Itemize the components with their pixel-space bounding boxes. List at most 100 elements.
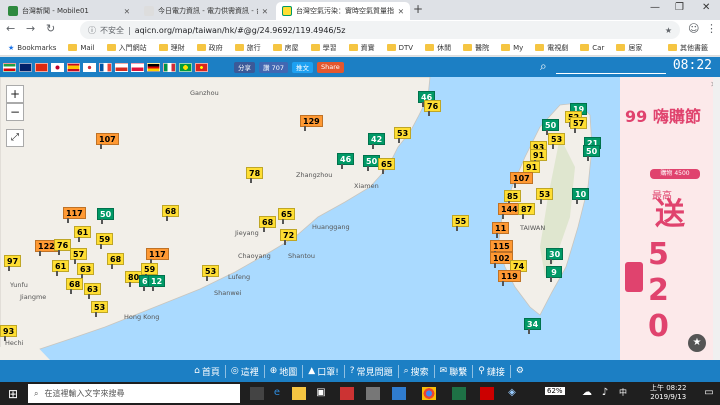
tab-aqicn[interactable]: 台灣空氣污染：實時空氣質量指數 ✕ (276, 2, 410, 20)
ime-icon[interactable]: 中 (616, 387, 630, 400)
aqi-station-marker[interactable]: 119 (498, 270, 521, 286)
bookmark-item[interactable]: My (501, 44, 523, 52)
maximize-icon[interactable]: ❐ (675, 2, 684, 13)
aqi-station-marker[interactable]: 11 (492, 222, 510, 238)
app-icon[interactable] (340, 387, 354, 400)
aqi-station-marker[interactable]: 107 (510, 172, 533, 188)
aqi-station-marker[interactable]: 55 (452, 215, 470, 231)
aqi-station-marker[interactable]: 65 (278, 208, 296, 224)
app-icon[interactable]: ◈ (505, 387, 519, 400)
aqi-station-marker[interactable]: 68 (66, 278, 84, 294)
taskbar-search-input[interactable]: ⌕ 在這裡輸入文字來搜尋 (28, 384, 240, 403)
aqi-station-marker[interactable]: 53 (394, 127, 412, 143)
minimize-icon[interactable]: — (650, 2, 660, 13)
bookmark-item[interactable]: 醫院 (463, 43, 489, 53)
flag-russia-icon[interactable] (115, 62, 128, 72)
zoom-in-button[interactable]: + (6, 85, 24, 103)
nav-search[interactable]: ⌕ 搜索 (399, 364, 435, 378)
aqi-station-marker[interactable]: 53 (202, 265, 220, 281)
volume-icon[interactable]: ♪ (598, 387, 612, 400)
nav-home[interactable]: ⌂ 首頁 (189, 364, 226, 378)
url-text[interactable]: aqicn.org/map/taiwan/hk/#@g/24.9692/119.… (135, 26, 346, 35)
bookmark-item[interactable]: 資實 (348, 43, 375, 53)
app-icon[interactable] (480, 387, 494, 400)
file-explorer-icon[interactable] (292, 387, 306, 400)
aqi-station-marker[interactable]: 59 (141, 263, 159, 279)
task-view-icon[interactable] (250, 387, 264, 400)
flag-germany-icon[interactable] (147, 62, 160, 72)
nav-contact[interactable]: ✉ 聯繫 (435, 364, 474, 378)
network-icon[interactable]: ☁ (580, 387, 594, 400)
aqi-station-marker[interactable]: 53 (91, 301, 109, 317)
back-icon[interactable]: ← (6, 22, 15, 35)
tweet-button[interactable]: 推文 (291, 61, 313, 73)
flag-uk-icon[interactable] (19, 62, 32, 72)
search-input[interactable] (556, 73, 666, 74)
bookmark-item[interactable]: 房屋 (272, 43, 299, 53)
aqi-station-marker[interactable]: 107 (96, 133, 119, 149)
app-icon[interactable] (366, 387, 380, 400)
tab-mobile01[interactable]: 台灣新聞 - Mobile01 ✕ (2, 2, 136, 20)
flag-brazil-icon[interactable] (179, 62, 192, 72)
flag-france-icon[interactable] (99, 62, 112, 72)
aqi-station-marker[interactable]: 68 (107, 253, 125, 269)
aqi-station-marker[interactable]: 53 (548, 133, 566, 149)
facebook-like-button[interactable]: 讚 707 (259, 61, 288, 73)
zoom-out-button[interactable]: − (6, 103, 24, 121)
flag-china-icon[interactable] (35, 62, 48, 72)
close-window-icon[interactable]: ✕ (702, 2, 710, 13)
info-icon[interactable]: ⓘ (88, 25, 96, 36)
flag-spain-icon[interactable] (67, 62, 80, 72)
other-bookmarks[interactable]: 其他書籤 (668, 43, 708, 53)
bookmark-item[interactable]: Car (580, 44, 604, 52)
aqi-station-marker[interactable]: 34 (524, 318, 542, 334)
tab-power[interactable]: 今日電力資訊 - 電力供需資訊 - 台 ✕ (138, 2, 274, 20)
aqi-station-marker[interactable]: 68 (259, 216, 277, 232)
reload-icon[interactable]: ↻ (46, 22, 55, 35)
star-icon[interactable]: ★ (688, 334, 706, 352)
close-icon[interactable]: ✕ (262, 7, 268, 16)
aqi-station-marker[interactable]: 97 (4, 255, 22, 271)
aqi-station-marker[interactable]: 72 (280, 229, 298, 245)
aqi-station-marker[interactable]: 129 (300, 115, 323, 131)
windows-start-icon[interactable]: ⊞ (8, 387, 18, 401)
aqi-station-marker[interactable]: 57 (570, 117, 588, 133)
bookmark-item[interactable]: 學習 (310, 43, 337, 53)
aqi-map[interactable]: Ganzhou Zhangzhou Xiamen Jieyang Huanggang Ch… (0, 77, 620, 360)
forward-icon[interactable]: → (26, 22, 35, 35)
aqi-station-marker[interactable]: 50 (583, 145, 601, 161)
bookmark-item[interactable]: 電視劇 (535, 43, 568, 53)
bookmark-item[interactable]: 理財 (158, 43, 185, 53)
aqi-station-marker[interactable]: 50 (542, 119, 560, 135)
page-scrollbar[interactable] (713, 77, 720, 360)
close-icon[interactable]: ✕ (398, 7, 404, 16)
aqi-station-marker[interactable]: 93 (0, 325, 18, 341)
aqi-station-marker[interactable]: 57 (70, 248, 88, 264)
advertisement-banner[interactable]: ✕ 99 嗨購節 購物 4500 最高 送 5 2 0 ★ (620, 77, 720, 360)
bookmark-item[interactable]: ★ Bookmarks (8, 44, 56, 52)
flag-japan-icon[interactable] (51, 62, 64, 72)
store-icon[interactable]: ▣ (314, 387, 328, 400)
aqi-station-marker[interactable]: 76 (54, 239, 72, 255)
menu-icon[interactable]: ⋮ (706, 22, 717, 35)
bookmark-item[interactable]: Mail (68, 44, 95, 52)
taskbar-clock[interactable]: 上午 08:22 2019/9/13 (650, 384, 686, 402)
flag-korea-icon[interactable] (83, 62, 96, 72)
bookmark-item[interactable]: 旅行 (234, 43, 261, 53)
aqi-station-marker[interactable]: 53 (536, 188, 554, 204)
aqi-station-marker[interactable]: 10 (572, 188, 590, 204)
chrome-icon[interactable] (422, 387, 436, 400)
battery-indicator[interactable]: 62% (545, 387, 565, 395)
flag-vietnam-icon[interactable] (195, 62, 208, 72)
bookmark-item[interactable]: 入門網站 (106, 43, 147, 53)
aqi-station-marker[interactable]: 46 (337, 153, 355, 169)
profile-icon[interactable]: ☺ (688, 22, 699, 35)
aqi-station-marker[interactable]: 42 (368, 133, 386, 149)
aqi-station-marker[interactable]: 63 (84, 283, 102, 299)
flag-poland-icon[interactable] (131, 62, 144, 72)
facebook-share-button[interactable]: 分享 (234, 61, 255, 73)
search-icon[interactable]: ⌕ (540, 59, 547, 74)
aqi-station-marker[interactable]: 117 (63, 207, 86, 223)
aqi-station-marker[interactable]: 50 (97, 208, 115, 224)
bookmark-item[interactable]: 休閒 (425, 43, 451, 53)
